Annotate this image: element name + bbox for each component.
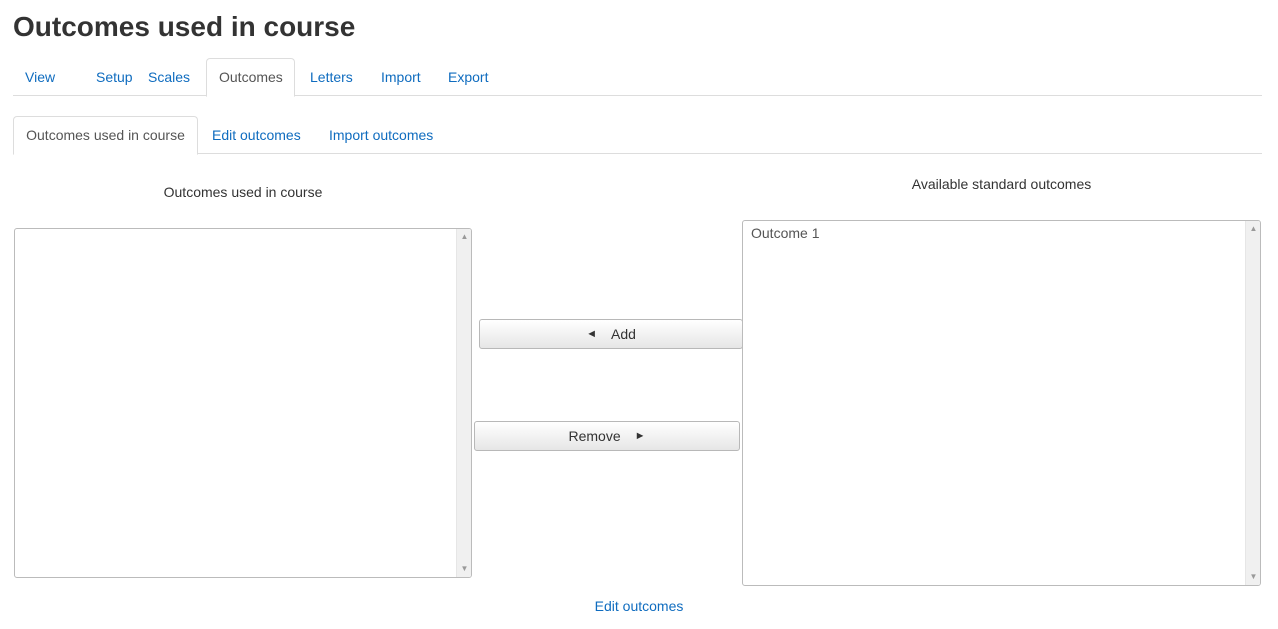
scroll-down-icon[interactable]: ▼ — [457, 562, 471, 576]
tab-import[interactable]: Import — [369, 58, 433, 96]
edit-outcomes-link[interactable]: Edit outcomes — [595, 598, 684, 614]
tab-export[interactable]: Export — [436, 58, 500, 96]
outcome-option[interactable]: Outcome 1 — [743, 221, 1244, 246]
add-button-label: Add — [610, 326, 636, 342]
right-triangle-icon: ► — [634, 430, 646, 442]
scroll-up-icon[interactable]: ▲ — [1246, 222, 1260, 236]
subtab-import-outcomes[interactable]: Import outcomes — [317, 116, 445, 154]
left-panel-label: Outcomes used in course — [163, 184, 323, 200]
main-tabs: View Setup Scales Outcomes Letters Impor… — [13, 58, 1262, 97]
footer: Edit outcomes — [0, 598, 1278, 614]
outcomes-used-options — [15, 229, 455, 577]
left-scrollbar[interactable]: ▲ ▼ — [456, 229, 471, 577]
remove-button[interactable]: Remove ► — [474, 421, 740, 451]
right-panel-label: Available standard outcomes — [911, 176, 1092, 192]
available-outcomes-listbox[interactable]: Outcome 1 ▲ ▼ — [742, 220, 1261, 586]
sub-tabs: Outcomes used in course Edit outcomes Im… — [13, 116, 1262, 155]
page-title: Outcomes used in course — [13, 11, 356, 42]
subtab-edit-outcomes[interactable]: Edit outcomes — [200, 116, 313, 154]
tab-outcomes[interactable]: Outcomes — [206, 58, 295, 97]
scroll-down-icon[interactable]: ▼ — [1246, 570, 1260, 584]
subtab-outcomes-used[interactable]: Outcomes used in course — [13, 116, 198, 155]
add-button[interactable]: ◄ Add — [479, 319, 743, 349]
available-outcomes-options: Outcome 1 — [743, 221, 1244, 585]
tab-view[interactable]: View — [13, 58, 67, 96]
left-triangle-icon: ◄ — [586, 328, 597, 340]
right-scrollbar[interactable]: ▲ ▼ — [1245, 221, 1260, 585]
tab-scales[interactable]: Scales — [136, 58, 202, 96]
remove-button-label: Remove — [568, 428, 621, 444]
scroll-up-icon[interactable]: ▲ — [457, 230, 471, 244]
page: Outcomes used in course View Setup Scale… — [0, 0, 1278, 629]
outcomes-used-listbox[interactable]: ▲ ▼ — [14, 228, 472, 578]
tab-letters[interactable]: Letters — [298, 58, 365, 96]
